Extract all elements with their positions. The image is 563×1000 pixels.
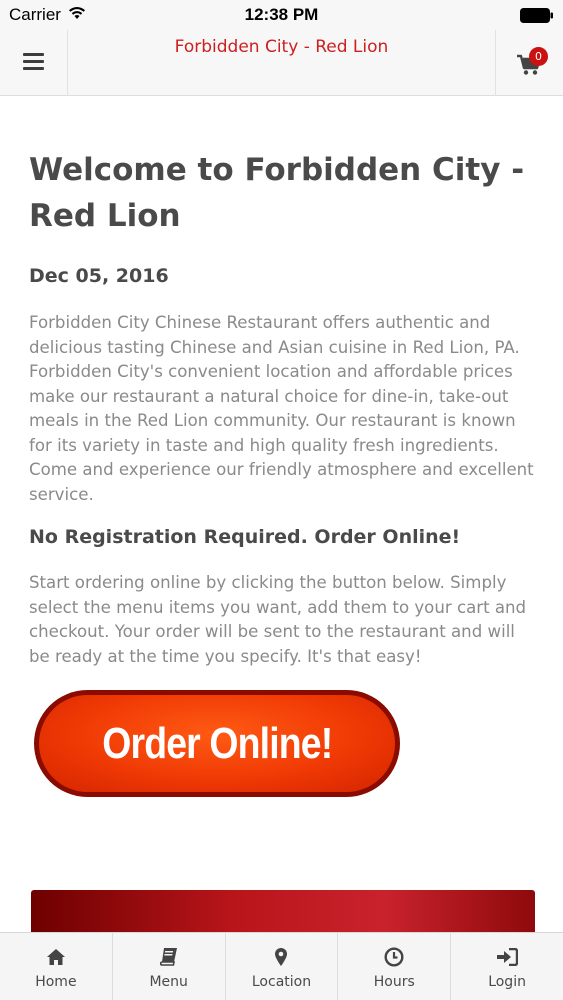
intro-paragraph: Forbidden City Chinese Restaurant offers… [29, 313, 534, 504]
order-online-label: Order Online! [101, 718, 333, 768]
tab-label: Login [488, 974, 526, 990]
registration-heading: No Registration Required. Order Online! [29, 526, 461, 548]
login-icon [496, 947, 519, 967]
battery-icon [520, 8, 554, 23]
map-pin-icon [274, 947, 288, 967]
ordering-instructions: Start ordering online by clicking the bu… [29, 573, 527, 666]
tab-label: Location [251, 974, 312, 990]
order-online-button-face: Order Online! [39, 695, 395, 792]
hamburger-icon [22, 52, 45, 74]
header-title: Forbidden City - Red Lion [174, 37, 389, 57]
cart-button[interactable]: 0 [495, 30, 563, 96]
app-header: Forbidden City - Red Lion 0 [0, 30, 563, 96]
home-icon [46, 947, 66, 967]
status-bar: Carrier 12:38 PM [0, 0, 563, 30]
order-online-button[interactable]: Order Online! [34, 690, 400, 797]
menu-button[interactable] [0, 30, 68, 96]
tab-hours[interactable]: Hours [338, 933, 452, 1000]
tab-label: Home [35, 974, 77, 990]
post-date: Dec 05, 2016 [29, 265, 169, 287]
bottom-tab-bar: Home Menu Location Hours Login [0, 932, 563, 1000]
status-time: 12:38 PM [244, 5, 319, 24]
app-screen: Carrier 12:38 PM Forbidden City - Red Li… [0, 0, 563, 1000]
tab-home[interactable]: Home [0, 933, 113, 1000]
tab-login[interactable]: Login [451, 933, 563, 1000]
tab-label: Menu [149, 974, 188, 990]
tab-label: Hours [373, 974, 415, 990]
tab-menu[interactable]: Menu [113, 933, 226, 1000]
cart-count-badge: 0 [529, 47, 548, 66]
clock-icon [384, 947, 404, 967]
tab-location[interactable]: Location [226, 933, 339, 1000]
page-title: Welcome to Forbidden City - Red Lion [29, 152, 525, 234]
book-icon [159, 947, 178, 967]
